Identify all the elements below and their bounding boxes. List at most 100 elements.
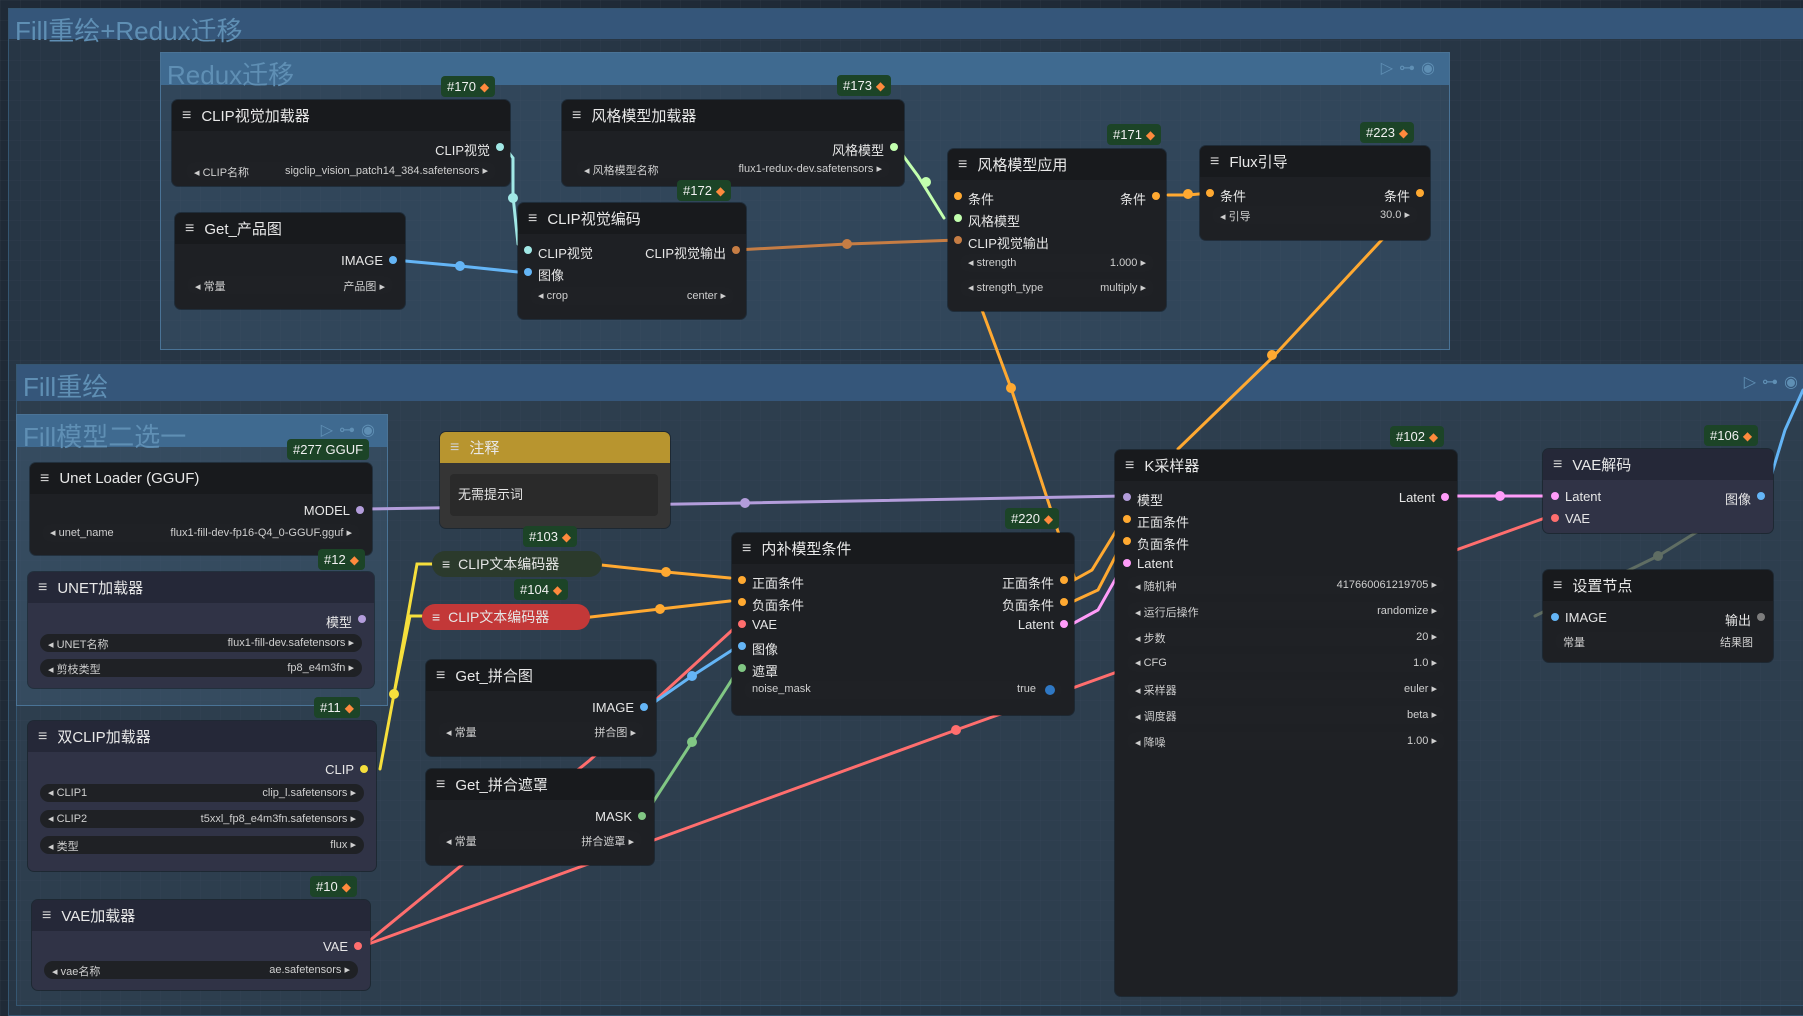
output-port[interactable]: 负面条件	[1002, 595, 1068, 614]
node-header[interactable]: ≡ CLIP视觉编码	[518, 203, 746, 234]
input-port[interactable]: VAE	[738, 617, 777, 632]
play-icon[interactable]: ▷	[321, 422, 339, 439]
port-dot[interactable]	[638, 812, 646, 820]
input-port[interactable]: 风格模型	[954, 211, 1020, 230]
menu-icon[interactable]: ≡	[436, 667, 445, 685]
node-settings[interactable]: ≡ 设置节点 IMAGE 输出 常量 结果图	[1543, 570, 1773, 662]
node-vae-decode[interactable]: ≡ VAE解码 Latent VAE 图像	[1543, 449, 1773, 533]
output-port[interactable]: IMAGE	[592, 700, 648, 715]
output-port[interactable]: CLIP	[325, 762, 368, 777]
port-dot[interactable]	[1441, 493, 1449, 501]
widget-sampler[interactable]: ◂ 采样器 euler ▸	[1127, 680, 1445, 698]
port-dot[interactable]	[738, 642, 746, 650]
node-unet-loader[interactable]: ≡ UNET加载器 模型 ◂ UNET名称 flux1-fill-dev.safet…	[28, 572, 374, 688]
port-dot[interactable]	[1123, 537, 1131, 545]
node-header[interactable]: ≡ Flux引导	[1200, 146, 1430, 177]
eye-icon[interactable]: ◉	[1421, 60, 1441, 77]
menu-icon[interactable]: ≡	[528, 210, 537, 228]
input-port[interactable]: 条件	[954, 189, 994, 208]
port-dot[interactable]	[1551, 492, 1559, 500]
output-port[interactable]: CLIP视觉输出	[645, 243, 740, 262]
menu-icon[interactable]: ≡	[1125, 457, 1134, 475]
port-dot[interactable]	[1123, 559, 1131, 567]
node-get-product-image[interactable]: ≡ Get_产品图 IMAGE ◂ 常量 产品图 ▸	[175, 213, 405, 309]
output-port[interactable]: 模型	[326, 612, 366, 631]
port-dot[interactable]	[738, 620, 746, 628]
port-dot[interactable]	[1152, 192, 1160, 200]
output-port[interactable]: 正面条件	[1002, 573, 1068, 592]
menu-icon[interactable]: ≡	[442, 556, 450, 572]
output-port[interactable]: 条件	[1384, 186, 1424, 205]
node-header[interactable]: ≡ Get_拼合遮罩	[426, 769, 654, 800]
port-dot[interactable]	[890, 143, 898, 151]
widget-control-after-generate[interactable]: ◂ 运行后操作 randomize ▸	[1127, 602, 1445, 620]
menu-icon[interactable]: ≡	[40, 470, 49, 488]
widget-vae-name[interactable]: ◂ vae名称 ae.safetensors ▸	[44, 961, 358, 979]
port-dot[interactable]	[356, 506, 364, 514]
node-vae-loader[interactable]: ≡ VAE加载器 VAE ◂ vae名称 ae.safetensors ▸	[32, 900, 370, 990]
node-header[interactable]: ≡ UNET加载器	[28, 572, 374, 603]
widget-constant[interactable]: 常量 结果图	[1555, 632, 1761, 650]
port-dot[interactable]	[1551, 613, 1559, 621]
widget-type[interactable]: ◂ 类型 flux ▸	[40, 836, 364, 854]
port-dot[interactable]	[640, 703, 648, 711]
port-dot[interactable]	[954, 214, 962, 222]
node-get-merge-mask[interactable]: ≡ Get_拼合遮罩 MASK ◂ 常量 拼合遮罩 ▸	[426, 769, 654, 865]
input-port[interactable]: 遮罩	[738, 661, 778, 680]
widget-clip-name[interactable]: ◂ CLIP名称 sigclip_vision_patch14_384.safet…	[186, 162, 496, 180]
widget-scheduler[interactable]: ◂ 调度器 beta ▸	[1127, 706, 1445, 724]
port-dot[interactable]	[1123, 493, 1131, 501]
port-dot[interactable]	[954, 236, 962, 244]
port-dot[interactable]	[1060, 598, 1068, 606]
widget-constant[interactable]: ◂ 常量 拼合图 ▸	[438, 722, 644, 740]
menu-icon[interactable]: ≡	[182, 107, 191, 125]
menu-icon[interactable]: ≡	[436, 776, 445, 794]
link-icon[interactable]: ⊶	[339, 422, 361, 439]
port-dot[interactable]	[1551, 514, 1559, 522]
input-port[interactable]: Latent	[1123, 556, 1173, 571]
input-port[interactable]: 图像	[738, 639, 778, 658]
port-dot[interactable]	[738, 576, 746, 584]
output-port[interactable]: 风格模型	[832, 140, 898, 159]
widget-denoise[interactable]: ◂ 降噪 1.00 ▸	[1127, 732, 1445, 750]
eye-icon[interactable]: ◉	[1784, 374, 1803, 391]
node-header[interactable]: ≡ Get_产品图	[175, 213, 405, 244]
output-port[interactable]: 输出	[1725, 610, 1765, 629]
input-port[interactable]: CLIP视觉	[524, 243, 593, 262]
input-port[interactable]: 正面条件	[1123, 512, 1189, 531]
play-icon[interactable]: ▷	[1744, 374, 1762, 391]
group-controls[interactable]: ▷⊶◉	[1744, 372, 1803, 392]
node-clip-text-encode-negative[interactable]: ≡ CLIP文本编码器	[422, 604, 590, 630]
input-port[interactable]: 条件	[1206, 186, 1246, 205]
menu-icon[interactable]: ≡	[572, 107, 581, 125]
output-port[interactable]: Latent	[1018, 617, 1068, 632]
group-controls[interactable]: ▷⊶◉	[1381, 58, 1441, 78]
widget-weight-dtype[interactable]: ◂ 剪枝类型 fp8_e4m3fn ▸	[40, 659, 362, 677]
input-port[interactable]: 模型	[1123, 490, 1163, 509]
port-dot[interactable]	[1060, 620, 1068, 628]
output-port[interactable]: 条件	[1120, 189, 1160, 208]
node-header[interactable]: ≡ 设置节点	[1543, 570, 1773, 601]
widget-clip1[interactable]: ◂ CLIP1 clip_l.safetensors ▸	[40, 784, 364, 802]
port-dot[interactable]	[496, 143, 504, 151]
group-controls[interactable]: ▷⊶◉	[321, 420, 381, 440]
widget-constant[interactable]: ◂ 常量 拼合遮罩 ▸	[438, 831, 642, 849]
input-port[interactable]: 负面条件	[738, 595, 804, 614]
port-dot[interactable]	[1757, 492, 1765, 500]
menu-icon[interactable]: ≡	[958, 156, 967, 174]
node-header[interactable]: ≡ K采样器	[1115, 450, 1457, 481]
port-dot[interactable]	[1757, 613, 1765, 621]
node-header[interactable]: ≡ 风格模型加载器	[562, 100, 904, 131]
widget-unet-name[interactable]: ◂ UNET名称 flux1-fill-dev.safetensors ▸	[40, 634, 362, 652]
port-dot[interactable]	[1206, 189, 1214, 197]
widget-crop[interactable]: ◂ crop center ▸	[530, 287, 734, 305]
widget-constant[interactable]: ◂ 常量 产品图 ▸	[187, 276, 393, 294]
widget-unet-name[interactable]: ◂ unet_name flux1-fill-dev-fp16-Q4_0-GGUF…	[42, 524, 360, 542]
node-clip-text-encode-positive[interactable]: ≡ CLIP文本编码器	[432, 551, 602, 577]
node-note[interactable]: ≡ 注释 无需提示词	[440, 432, 670, 528]
widget-style-model-name[interactable]: ◂ 风格模型名称 flux1-redux-dev.safetensors ▸	[576, 160, 890, 178]
node-header[interactable]: ≡ VAE解码	[1543, 449, 1773, 480]
toggle-icon[interactable]	[1045, 685, 1055, 695]
node-header[interactable]: ≡ 注释	[440, 432, 670, 463]
output-port[interactable]: CLIP视觉	[435, 140, 504, 159]
